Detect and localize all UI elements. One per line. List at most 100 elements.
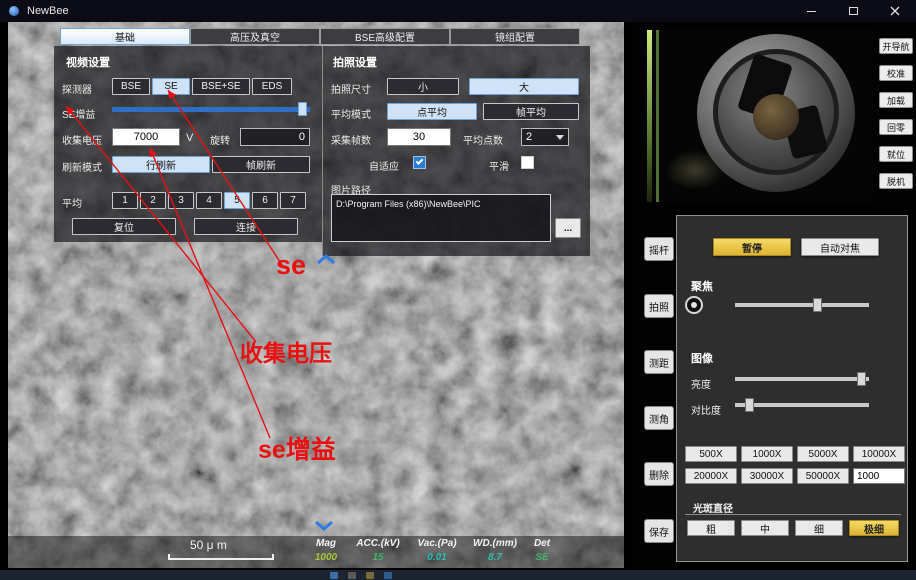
close-icon — [890, 6, 900, 16]
adaptive-label: 自适应 — [369, 158, 399, 173]
refresh-line-button[interactable]: 行刷新 — [112, 156, 210, 173]
refresh-frame-button[interactable]: 帧刷新 — [212, 156, 310, 173]
focus-target-icon[interactable] — [685, 296, 703, 314]
mag-10000x-button[interactable]: 10000X — [853, 446, 905, 462]
brightness-slider[interactable] — [735, 372, 869, 386]
slider-thumb[interactable] — [745, 398, 754, 412]
photo-size-label: 拍照尺寸 — [331, 81, 371, 96]
spot-ultrafine-button[interactable]: 极细 — [849, 520, 899, 536]
slider-thumb[interactable] — [857, 372, 866, 386]
joystick-button[interactable]: 摇杆 — [644, 237, 674, 261]
average-6-button[interactable]: 6 — [252, 192, 278, 209]
minimize-button[interactable] — [790, 0, 832, 22]
avg-points-dropdown[interactable]: 2 — [521, 128, 569, 146]
collapse-panel-chevron[interactable] — [316, 252, 336, 270]
video-settings-title: 视频设置 — [66, 54, 110, 70]
camera-column-highlight-2 — [656, 30, 659, 202]
save-button[interactable]: 保存 — [644, 519, 674, 543]
contrast-label: 对比度 — [691, 402, 721, 417]
spot-medium-button[interactable]: 中 — [741, 520, 789, 536]
se-gain-slider[interactable] — [112, 102, 310, 116]
image-path-box[interactable]: D:\Program Files (x86)\NewBee\PIC — [331, 194, 551, 242]
size-small-button[interactable]: 小 — [387, 78, 459, 95]
pause-button[interactable]: 暂停 — [713, 238, 791, 256]
status-value-mag: 1000 — [304, 552, 348, 563]
smooth-checkbox[interactable] — [521, 156, 534, 169]
in-position-button[interactable]: 就位 — [879, 146, 913, 162]
status-header-acc: ACC.(kV) — [348, 538, 408, 549]
average-3-button[interactable]: 3 — [168, 192, 194, 209]
photo-settings-title: 拍照设置 — [333, 54, 377, 70]
detector-eds-button[interactable]: EDS — [252, 78, 292, 95]
video-settings-panel: 视频设置 探测器 BSE SE BSE+SE EDS SE增益 收集电压 V 旋… — [54, 46, 322, 242]
taskbar-icon[interactable] — [330, 572, 338, 579]
collect-voltage-input[interactable] — [112, 128, 180, 146]
mag-500x-button[interactable]: 500X — [685, 446, 737, 462]
mag-1000x-button[interactable]: 1000X — [741, 446, 793, 462]
tab-lens-config[interactable]: 镜组配置 — [450, 28, 580, 45]
average-4-button[interactable]: 4 — [196, 192, 222, 209]
detector-bse-button[interactable]: BSE — [112, 78, 150, 95]
spot-coarse-button[interactable]: 粗 — [687, 520, 735, 536]
measure-distance-button[interactable]: 测距 — [644, 350, 674, 374]
slider-track — [735, 303, 869, 307]
slider-thumb[interactable] — [298, 102, 307, 116]
measure-angle-button[interactable]: 测角 — [644, 406, 674, 430]
annotation-voltage: 收集电压 — [240, 334, 332, 368]
taskbar-icon[interactable] — [366, 572, 374, 579]
mag-20000x-button[interactable]: 20000X — [685, 468, 737, 484]
mag-50000x-button[interactable]: 50000X — [797, 468, 849, 484]
size-large-button[interactable]: 大 — [469, 78, 579, 95]
spot-fine-button[interactable]: 细 — [795, 520, 843, 536]
photo-button[interactable]: 拍照 — [644, 294, 674, 318]
se-gain-label: SE增益 — [62, 106, 95, 121]
taskbar-icon[interactable] — [384, 572, 392, 579]
avg-frame-button[interactable]: 帧平均 — [483, 103, 579, 120]
capture-frames-label: 采集帧数 — [331, 132, 371, 147]
calibrate-button[interactable]: 校准 — [879, 65, 913, 81]
spot-section-divider — [685, 514, 901, 515]
tab-hv-vacuum[interactable]: 高压及真空 — [190, 28, 320, 45]
connect-button[interactable]: 连接 — [194, 218, 298, 235]
mag-30000x-button[interactable]: 30000X — [741, 468, 793, 484]
sample-stub — [753, 94, 799, 140]
contrast-slider[interactable] — [735, 398, 869, 412]
status-bar: 50 μ m Mag1000 ACC.(kV)15 Vac.(Pa)0.01 W… — [8, 536, 624, 568]
focus-slider[interactable] — [735, 298, 869, 312]
status-value-vac: 0.01 — [408, 552, 466, 563]
tab-basic[interactable]: 基础 — [60, 28, 190, 45]
delete-button[interactable]: 删除 — [644, 462, 674, 486]
average-1-button[interactable]: 1 — [112, 192, 138, 209]
browse-button[interactable]: ... — [555, 218, 581, 238]
autofocus-button[interactable]: 自动对焦 — [801, 238, 879, 256]
home-button[interactable]: 回零 — [879, 119, 913, 135]
photo-settings-panel: 拍照设置 拍照尺寸 小 大 平均模式 点平均 帧平均 采集帧数 平均点数 2 自… — [322, 46, 590, 256]
expand-panel-chevron[interactable] — [314, 518, 334, 536]
spot-size-label: 光斑直径 — [693, 500, 733, 515]
open-navigation-button[interactable]: 开导航 — [879, 38, 913, 54]
adaptive-checkbox[interactable] — [413, 156, 426, 169]
offline-button[interactable]: 脱机 — [879, 173, 913, 189]
status-value-det: SE — [524, 552, 560, 563]
mag-value-input[interactable] — [853, 468, 905, 484]
rotate-input[interactable] — [240, 128, 310, 146]
taskbar-icon[interactable] — [348, 572, 356, 579]
capture-frames-input[interactable] — [387, 128, 451, 146]
slider-track — [112, 107, 310, 112]
annotation-gain: se增益 — [258, 430, 336, 466]
close-button[interactable] — [874, 0, 916, 22]
tab-bse-advanced[interactable]: BSE高级配置 — [320, 28, 450, 45]
detector-se-button[interactable]: SE — [152, 78, 190, 95]
maximize-button[interactable] — [832, 0, 874, 22]
app-logo-icon — [9, 6, 19, 16]
load-button[interactable]: 加载 — [879, 92, 913, 108]
avg-point-button[interactable]: 点平均 — [387, 103, 477, 120]
detector-bse-se-button[interactable]: BSE+SE — [192, 78, 250, 95]
slider-thumb[interactable] — [813, 298, 822, 312]
mag-5000x-button[interactable]: 5000X — [797, 446, 849, 462]
average-2-button[interactable]: 2 — [140, 192, 166, 209]
scale-bar — [168, 558, 274, 560]
reset-button[interactable]: 复位 — [72, 218, 176, 235]
average-5-button[interactable]: 5 — [224, 192, 250, 209]
average-7-button[interactable]: 7 — [280, 192, 306, 209]
